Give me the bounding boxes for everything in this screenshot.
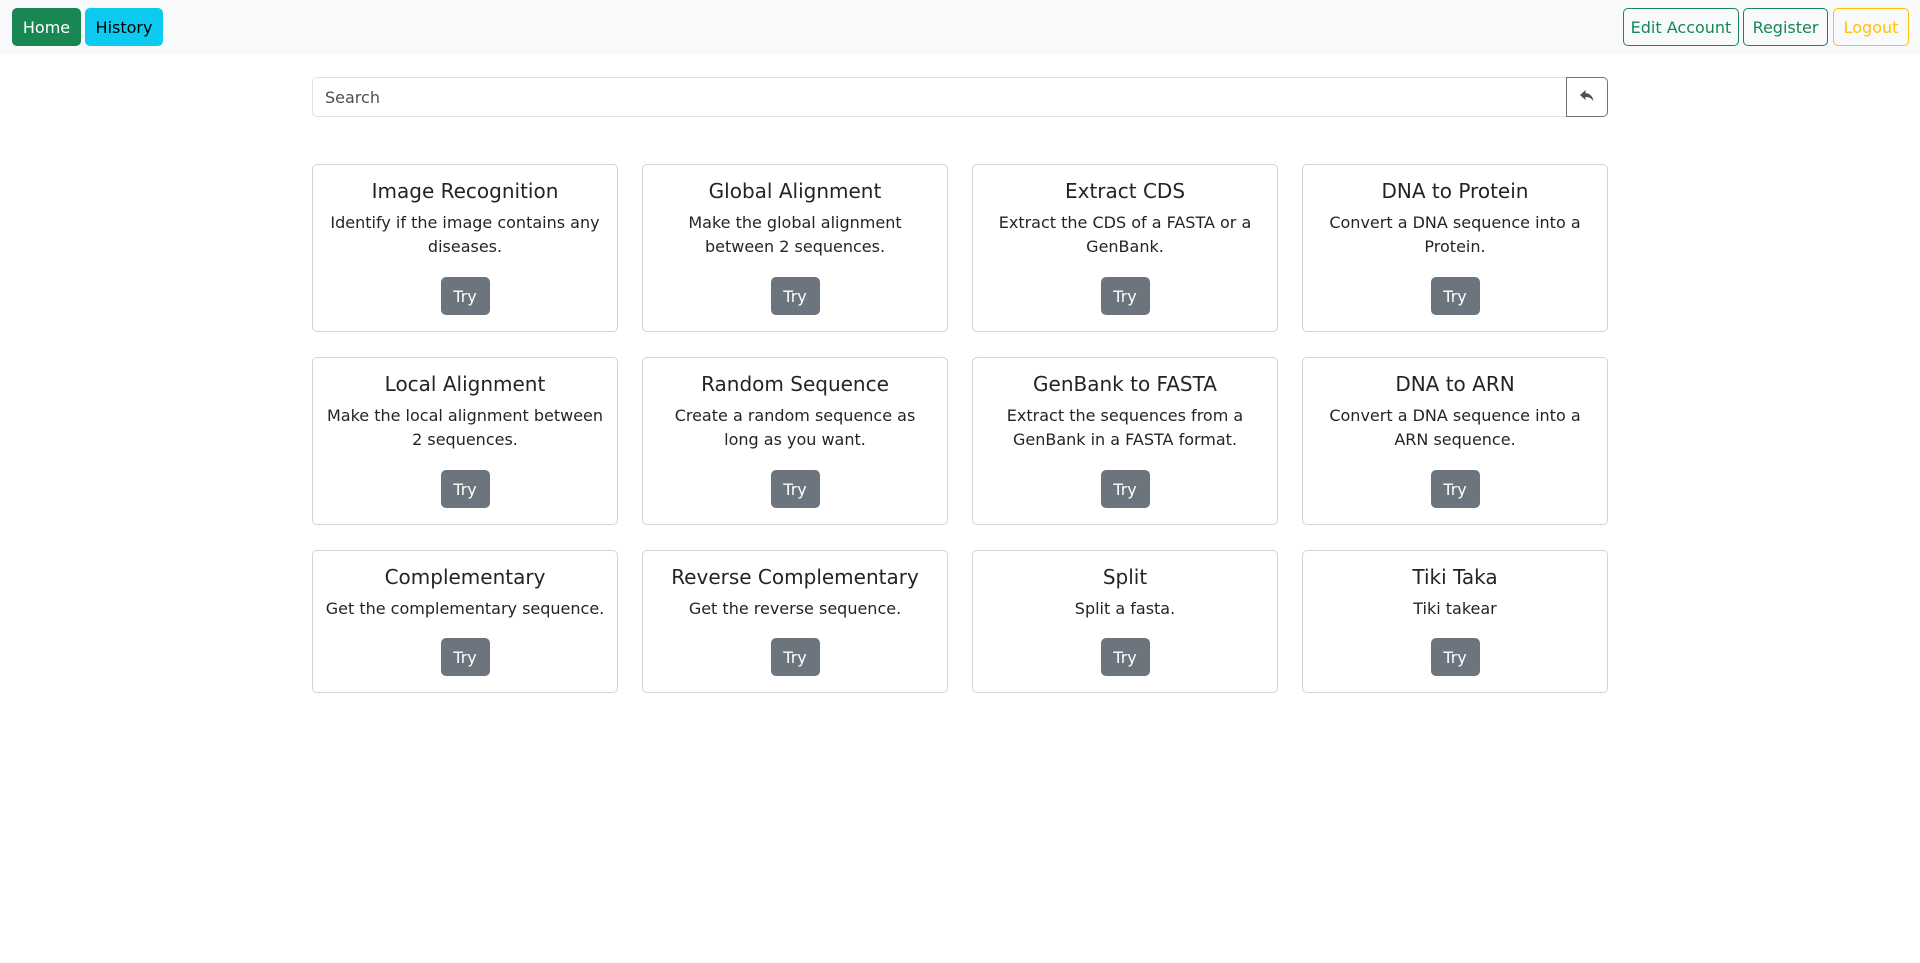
card-text: Extract the CDS of a FASTA or a GenBank.: [998, 213, 1252, 256]
logout-button[interactable]: Logout: [1833, 8, 1909, 46]
tool-card: Extract CDS Extract the CDS of a FASTA o…: [972, 164, 1278, 332]
card-text: Convert a DNA sequence into a Protein.: [1329, 213, 1581, 256]
home-button[interactable]: Home: [12, 8, 81, 46]
card-title: Random Sequence: [701, 372, 889, 396]
tool-card: GenBank to FASTA Extract the sequences f…: [972, 357, 1278, 525]
try-button[interactable]: Try: [1430, 277, 1480, 315]
tool-card: Global Alignment Make the global alignme…: [642, 164, 948, 332]
card-title: Complementary: [384, 565, 546, 589]
edit-account-button[interactable]: Edit Account: [1623, 8, 1739, 46]
card-title: Reverse Complementary: [671, 565, 919, 589]
card-title: Tiki Taka: [1412, 565, 1498, 589]
try-button[interactable]: Try: [440, 638, 490, 676]
try-button[interactable]: Try: [1430, 470, 1480, 508]
tools-grid: Image Recognition Identify if the image …: [312, 164, 1608, 693]
search-bar: [312, 77, 1608, 117]
try-button[interactable]: Try: [1100, 470, 1150, 508]
card-text: Extract the sequences from a GenBank in …: [1006, 406, 1244, 449]
card-text: Create a random sequence as long as you …: [674, 406, 916, 449]
tool-card: Local Alignment Make the local alignment…: [312, 357, 618, 525]
search-input[interactable]: [312, 77, 1566, 117]
card-title: Image Recognition: [371, 179, 559, 203]
card-title: Local Alignment: [384, 372, 546, 396]
try-button[interactable]: Try: [1100, 638, 1150, 676]
tool-card: DNA to Protein Convert a DNA sequence in…: [1302, 164, 1608, 332]
tool-card: Tiki Taka Tiki takear Try: [1302, 550, 1608, 693]
search-reset-button[interactable]: [1566, 77, 1608, 117]
try-button[interactable]: Try: [1430, 638, 1480, 676]
history-button[interactable]: History: [85, 8, 163, 46]
tool-card: Image Recognition Identify if the image …: [312, 164, 618, 332]
card-text: Identify if the image contains any disea…: [330, 213, 600, 256]
card-title: Split: [1102, 565, 1148, 589]
tool-card: DNA to ARN Convert a DNA sequence into a…: [1302, 357, 1608, 525]
card-text: Get the complementary sequence.: [325, 599, 605, 618]
card-title: DNA to ARN: [1395, 372, 1515, 396]
try-button[interactable]: Try: [440, 470, 490, 508]
try-button[interactable]: Try: [770, 277, 820, 315]
card-text: Convert a DNA sequence into a ARN sequen…: [1329, 406, 1581, 449]
card-text: Make the global alignment between 2 sequ…: [688, 213, 902, 256]
try-button[interactable]: Try: [440, 277, 490, 315]
card-title: DNA to Protein: [1381, 179, 1529, 203]
top-navbar: Home History Edit Account Register Logou…: [0, 0, 1920, 54]
card-text: Split a fasta.: [1074, 599, 1176, 618]
card-title: GenBank to FASTA: [1033, 372, 1217, 396]
card-text: Tiki takear: [1413, 599, 1497, 618]
reply-arrow-icon: [1579, 89, 1595, 106]
card-title: Global Alignment: [708, 179, 882, 203]
card-title: Extract CDS: [1064, 179, 1186, 203]
card-text: Make the local alignment between 2 seque…: [326, 406, 604, 449]
try-button[interactable]: Try: [1100, 277, 1150, 315]
tool-card: Split Split a fasta. Try: [972, 550, 1278, 693]
tool-card: Reverse Complementary Get the reverse se…: [642, 550, 948, 693]
tool-card: Complementary Get the complementary sequ…: [312, 550, 618, 693]
tool-card: Random Sequence Create a random sequence…: [642, 357, 948, 525]
try-button[interactable]: Try: [770, 470, 820, 508]
register-button[interactable]: Register: [1743, 8, 1828, 46]
card-text: Get the reverse sequence.: [688, 599, 902, 618]
try-button[interactable]: Try: [770, 638, 820, 676]
